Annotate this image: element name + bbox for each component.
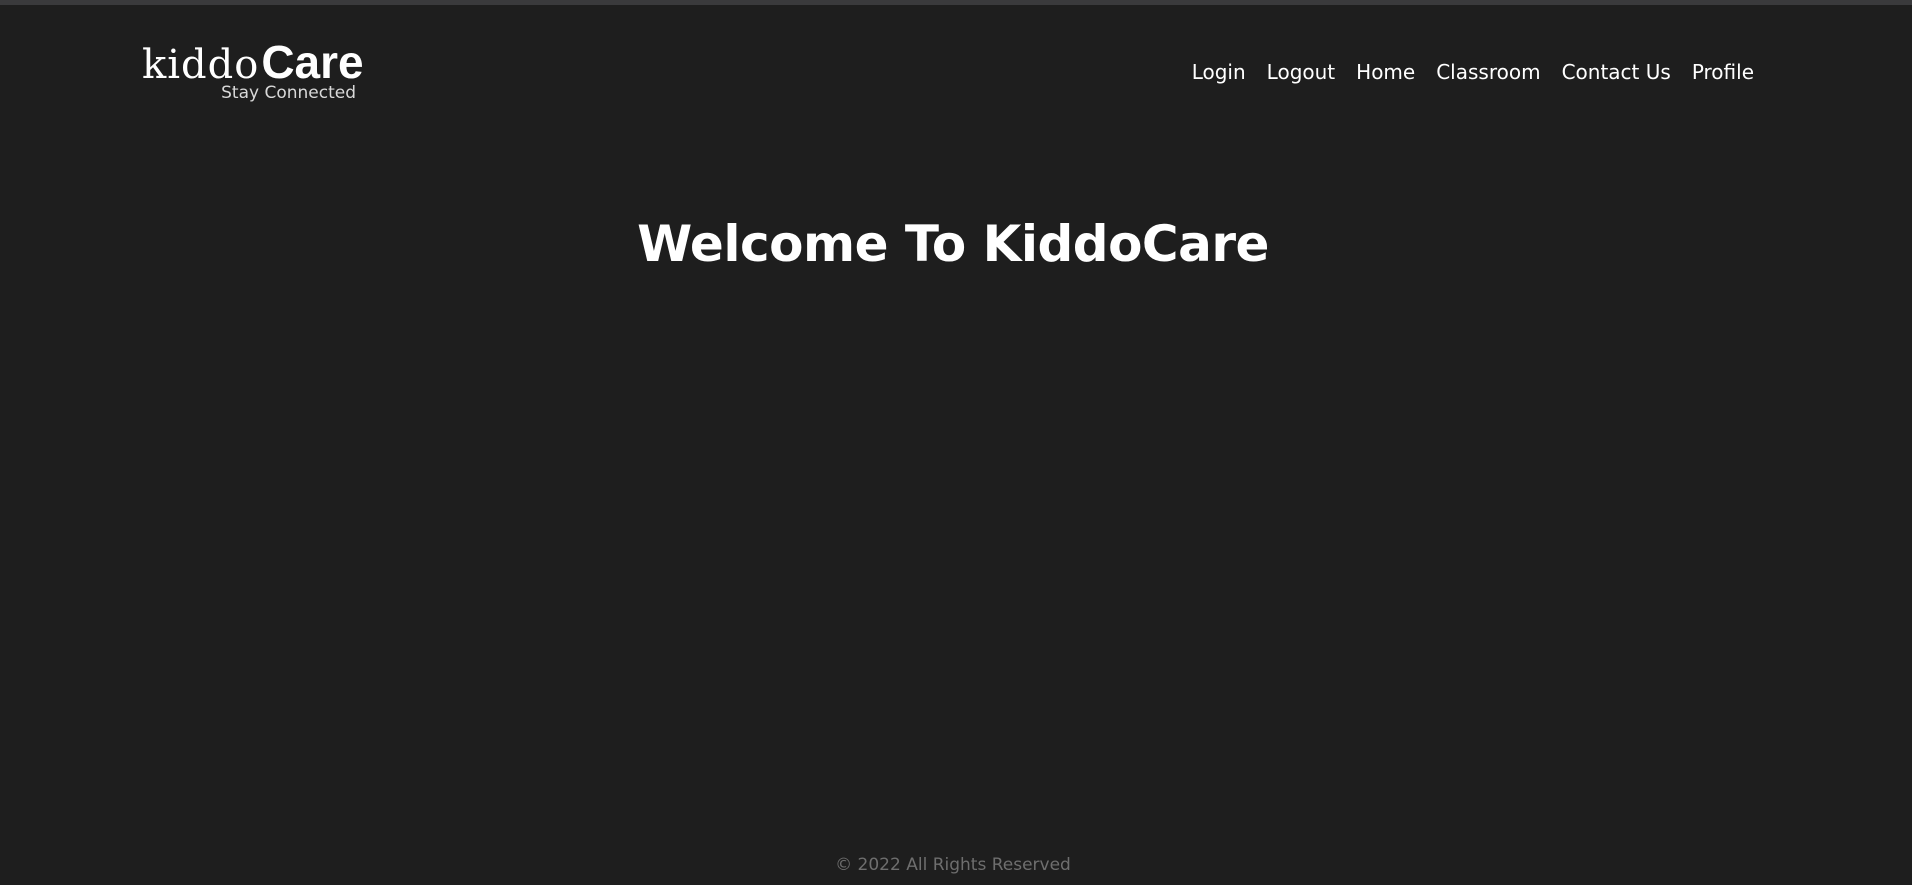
nav-logout-link[interactable]: Logout [1267, 58, 1335, 86]
logo-wordmark: kiddoCare [142, 36, 364, 88]
nav-classroom-link[interactable]: Classroom [1436, 58, 1540, 86]
footer-copyright: © 2022 All Rights Reserved [835, 855, 1071, 875]
nav-home-link[interactable]: Home [1356, 58, 1415, 86]
logo-care-text: Care [261, 36, 364, 88]
page-title: Welcome To KiddoCare [637, 215, 1269, 273]
nav-profile-link[interactable]: Profile [1692, 58, 1754, 86]
main-nav: Login Logout Home Classroom Contact Us P… [1192, 58, 1754, 86]
top-strip [0, 0, 1912, 5]
nav-login-link[interactable]: Login [1192, 58, 1246, 86]
logo-tagline: Stay Connected [221, 83, 356, 103]
nav-contact-us-link[interactable]: Contact Us [1562, 58, 1671, 86]
site-logo[interactable]: kiddoCare Stay Connected [142, 36, 364, 106]
logo-kiddo-text: kiddo [142, 42, 260, 88]
